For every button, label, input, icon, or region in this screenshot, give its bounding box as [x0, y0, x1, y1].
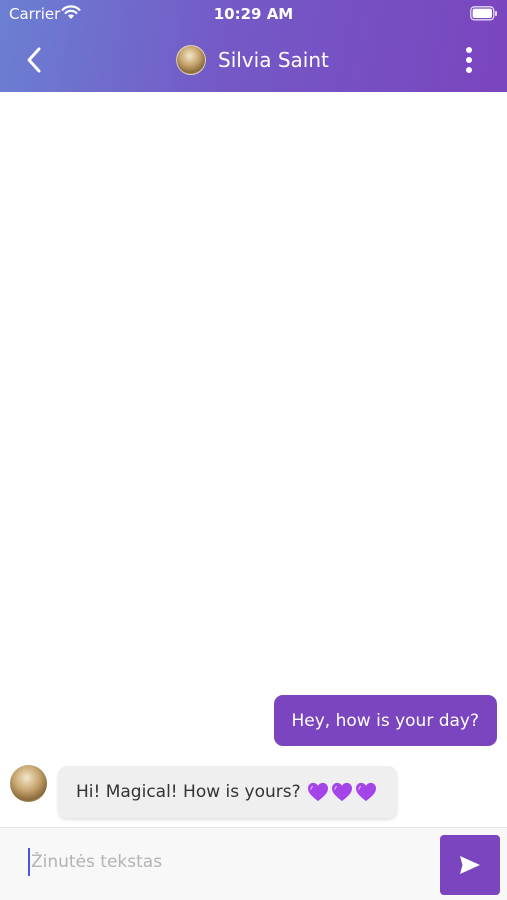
avatar[interactable] [10, 765, 47, 802]
message-text: Hi! Magical! How is yours? [76, 782, 301, 802]
battery-icon [470, 6, 497, 21]
message-composer [0, 827, 507, 900]
more-vertical-icon [466, 47, 472, 73]
contact-header[interactable]: Silvia Saint [176, 45, 329, 75]
header: Carrier 10:29 AM Silvia Saint [0, 0, 507, 92]
purple-heart-icon [355, 782, 376, 802]
send-icon [460, 856, 480, 874]
purple-heart-icon [331, 782, 352, 802]
message-text: Hey, how is your day? [291, 710, 480, 731]
chevron-left-icon [27, 47, 41, 73]
message-input[interactable] [28, 848, 424, 876]
purple-heart-icon [307, 782, 328, 802]
send-button[interactable] [440, 835, 500, 895]
status-bar: Carrier 10:29 AM [0, 0, 507, 28]
nav-bar: Silvia Saint [0, 36, 507, 84]
status-time: 10:29 AM [213, 5, 294, 23]
contact-name: Silvia Saint [218, 48, 329, 72]
more-options-button[interactable] [457, 44, 481, 76]
emoji-group [307, 782, 379, 802]
message-outgoing[interactable]: Hey, how is your day? [273, 695, 497, 746]
message-incoming[interactable]: Hi! Magical! How is yours? [58, 766, 397, 818]
back-button[interactable] [18, 44, 52, 76]
message-list[interactable]: Hey, how is your day? Hi! Magical! How i… [0, 92, 507, 827]
avatar [176, 45, 206, 75]
